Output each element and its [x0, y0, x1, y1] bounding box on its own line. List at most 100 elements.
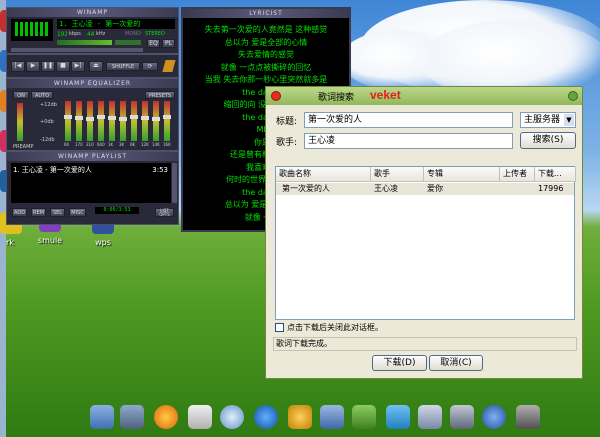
eq-band-slider[interactable]: [163, 101, 171, 141]
user-icon[interactable]: [288, 405, 312, 429]
eq-band-slider[interactable]: [97, 101, 105, 141]
eq-band-slider[interactable]: [75, 101, 83, 141]
eq-band-label: 16K: [163, 142, 171, 147]
play-button[interactable]: ▶: [26, 61, 40, 72]
eq-band-label: 60: [64, 142, 70, 147]
lyricist-title: LYRICIST: [183, 9, 349, 18]
monitor-icon[interactable]: [450, 405, 474, 429]
pl-misc-button[interactable]: MISC: [69, 208, 86, 217]
eject-button[interactable]: ⏏: [89, 61, 103, 72]
artist-input[interactable]: 王心凌: [304, 133, 513, 149]
winamp-equalizer: WINAMP EQUALIZER ON AUTO PRESETS 60 170 31…: [6, 78, 179, 151]
lyric-line: 失去爱情的感觉: [238, 50, 294, 59]
title-input[interactable]: 第一次爱的人: [304, 112, 513, 128]
pl-rem-button[interactable]: REM: [31, 208, 46, 217]
column-header-album[interactable]: 专辑: [424, 167, 500, 182]
lyric-line: 失去第一次爱的人竟然是 这种感觉: [204, 25, 328, 34]
shuffle-button[interactable]: SHUFFLE: [106, 62, 140, 71]
eq-band-label: 600: [97, 142, 105, 147]
desktop-icon-label: wps: [95, 238, 111, 247]
result-song: 第一次爱的人: [282, 184, 330, 193]
server-select-value: 主服务器: [524, 115, 561, 125]
computer-icon[interactable]: [120, 405, 144, 429]
pl-sel-button[interactable]: SEL: [50, 208, 65, 217]
eq-band-knob: [141, 116, 149, 120]
camera-icon[interactable]: [516, 405, 540, 429]
song-marquee: 1. 王心凌 - 第一次爱的: [57, 19, 175, 29]
playlist-title: WINAMP PLAYLIST: [7, 152, 178, 161]
previous-button[interactable]: |◀: [11, 61, 25, 72]
result-album: 爱你: [427, 184, 443, 193]
eq-band-knob: [97, 115, 105, 119]
eq-band-knob: [108, 116, 116, 120]
eq-bands: 60 170 310 600 1K 3K 6K 12K 14K 16K: [7, 79, 180, 152]
notes-icon[interactable]: [188, 405, 212, 429]
eq-band-slider[interactable]: [64, 101, 72, 141]
download-button[interactable]: 下载(D): [372, 355, 427, 371]
result-artist: 王心凌: [374, 184, 398, 193]
playlist-item[interactable]: 1. 王心凌 - 第一次爱的人 3:53: [13, 165, 168, 175]
cancel-button[interactable]: 取消(C): [429, 355, 483, 371]
close-after-download-checkbox[interactable]: [275, 323, 284, 332]
balance-slider[interactable]: [115, 40, 141, 45]
eq-band-slider[interactable]: [130, 101, 138, 141]
internet-explorer-icon[interactable]: [254, 405, 278, 429]
eq-band-knob: [152, 117, 160, 121]
pl-add-button[interactable]: ADD: [12, 208, 27, 217]
server-select[interactable]: 主服务器 ▼: [520, 112, 576, 128]
mono-indicator: MONO: [125, 31, 141, 37]
seek-bar[interactable]: [11, 48, 143, 52]
playlist-scrollbar[interactable]: [172, 163, 177, 203]
search-button[interactable]: 搜索(S): [520, 132, 576, 149]
volume-slider[interactable]: [57, 40, 112, 45]
media-player-icon[interactable]: [220, 405, 244, 429]
eq-band-label: 170: [75, 142, 83, 147]
winamp-title: WINAMP: [7, 8, 178, 17]
eq-band-knob: [64, 115, 72, 119]
eq-preamp-label: PREAMP: [13, 144, 34, 150]
document-icon[interactable]: [320, 405, 344, 429]
eq-band-slider[interactable]: [119, 101, 127, 141]
winamp-main-window: WINAMP 1. 王心凌 - 第一次爱的 192 kbps 44 kHz MO…: [6, 7, 179, 54]
web-browser-icon[interactable]: [154, 405, 178, 429]
repeat-button[interactable]: ⟳: [142, 62, 158, 71]
eq-toggle[interactable]: EQ: [147, 39, 160, 48]
pl-list-opts-button[interactable]: LIST OPTS: [155, 208, 174, 217]
pause-button[interactable]: ❚❚: [41, 61, 55, 72]
status-text: 歌词下载完成。: [276, 339, 332, 348]
dialog-brand: veket: [370, 88, 401, 102]
playlist-item-title: 1. 王心凌 - 第一次爱的人: [13, 166, 92, 174]
eq-band-knob: [130, 115, 138, 119]
cloud: [340, 30, 460, 90]
presentation-icon[interactable]: [386, 405, 410, 429]
eq-band-slider[interactable]: [86, 101, 94, 141]
column-header-artist[interactable]: 歌手: [371, 167, 424, 182]
close-icon[interactable]: [568, 91, 578, 101]
preamp-slider[interactable]: [17, 103, 23, 141]
eq-band-label: 310: [86, 142, 94, 147]
spreadsheet-icon[interactable]: [352, 405, 376, 429]
eq-band-label: 14K: [152, 142, 160, 147]
stereo-indicator: STEREO: [145, 31, 165, 37]
help-icon[interactable]: [482, 405, 506, 429]
next-button[interactable]: ▶|: [71, 61, 85, 72]
eq-band-label: 12K: [141, 142, 149, 147]
eq-band-slider[interactable]: [152, 101, 160, 141]
stop-button[interactable]: ■: [56, 61, 70, 72]
chevron-down-icon: ▼: [564, 114, 574, 126]
eq-band-label: 1K: [108, 142, 114, 147]
eq-band-slider[interactable]: [141, 101, 149, 141]
winamp-time-display: [11, 19, 53, 41]
column-header-downloads[interactable]: 下载...: [535, 167, 576, 182]
satellite-icon[interactable]: [418, 405, 442, 429]
desktop: rk smule wps WINAMP 1. 王心凌 - 第一次爱的 192 k…: [0, 0, 600, 437]
column-header-song[interactable]: 歌曲名称: [276, 167, 371, 182]
column-header-uploader[interactable]: 上传者: [500, 167, 535, 182]
khz-unit: kHz: [96, 31, 106, 37]
eq-band-slider[interactable]: [108, 101, 116, 141]
finder-icon[interactable]: [90, 405, 114, 429]
pl-time-display: 0:00/3:53: [95, 207, 139, 214]
pl-toggle[interactable]: PL: [162, 39, 175, 48]
results-list[interactable]: 歌曲名称 歌手 专辑 上传者 下载... 第一次爱的人 王心凌 爱你 17996: [275, 166, 576, 320]
artist-label: 歌手:: [276, 138, 298, 148]
